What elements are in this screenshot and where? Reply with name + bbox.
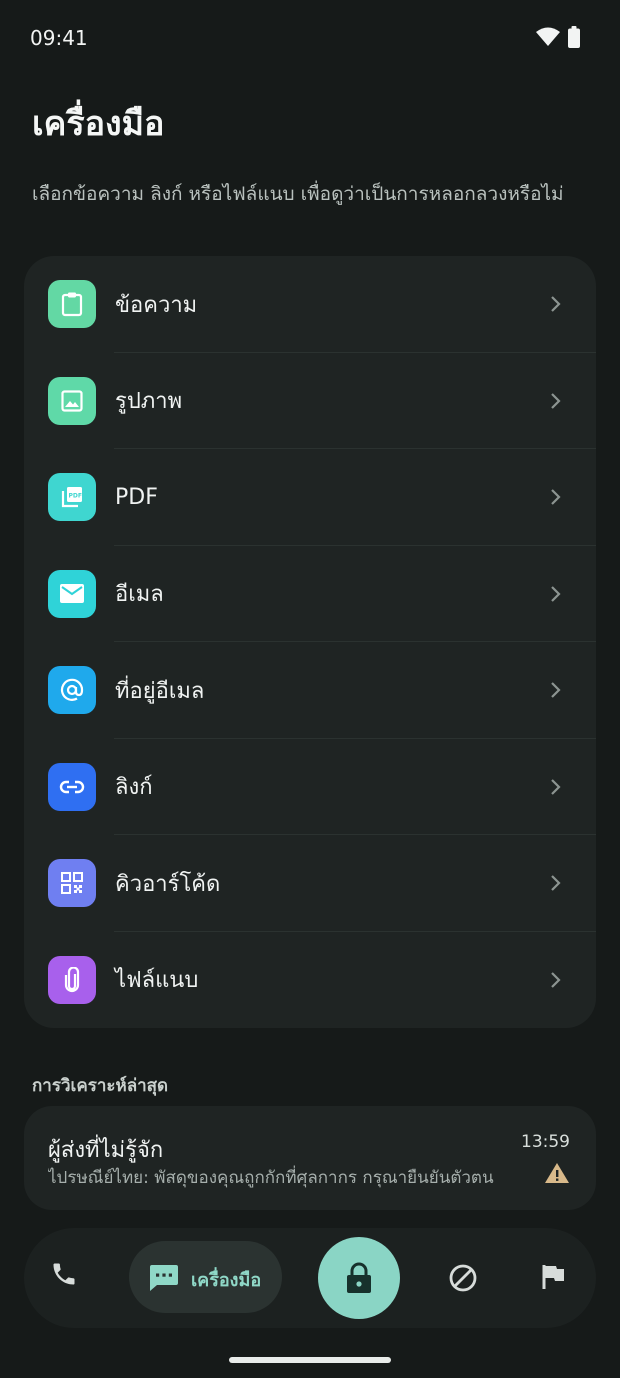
nav-tools-label: เครื่องมือ (191, 1270, 262, 1291)
tool-item-attachment[interactable]: ไฟล์แนบ (24, 932, 596, 1029)
tool-label: ไฟล์แนบ (115, 968, 199, 994)
tool-label: รูปภาพ (115, 389, 183, 415)
tool-label: PDF (115, 484, 158, 510)
status-bar: 09:41 (0, 0, 620, 76)
tool-item-email-address[interactable]: ที่อยู่อีเมล (24, 642, 596, 739)
chevron-right-icon (551, 971, 561, 988)
tool-label: ลิงก์ (115, 775, 153, 801)
phone-icon[interactable] (50, 1260, 78, 1288)
image-icon (48, 376, 96, 425)
tools-list: ข้อความ รูปภาพ PDF PDF อีเมล ที่อยู่อีเม… (24, 256, 596, 1028)
status-icons (536, 26, 580, 48)
paperclip-icon (48, 955, 96, 1004)
at-icon (48, 666, 96, 715)
recent-time: 13:59 (521, 1132, 570, 1152)
chevron-right-icon (551, 392, 561, 409)
recent-analysis-item[interactable]: ผู้ส่งที่ไม่รู้จัก ไปรษณีย์ไทย: พัสดุของ… (24, 1106, 596, 1210)
tool-label: อีเมล (115, 582, 164, 608)
link-icon (48, 762, 96, 811)
chevron-right-icon (551, 778, 561, 795)
nav-lock-button[interactable] (318, 1237, 400, 1319)
warning-icon (545, 1163, 569, 1183)
block-icon[interactable] (448, 1263, 478, 1293)
chevron-right-icon (551, 296, 561, 313)
battery-icon (568, 26, 580, 48)
chevron-right-icon (551, 875, 561, 892)
status-time: 09:41 (30, 26, 88, 50)
bottom-navigation: เครื่องมือ (24, 1228, 596, 1328)
wifi-icon (536, 27, 560, 46)
tool-label: ข้อความ (115, 292, 198, 318)
recent-section-title: การวิเคราะห์ล่าสุด (32, 1076, 169, 1096)
nav-tools-button[interactable]: เครื่องมือ (129, 1241, 282, 1313)
tool-item-image[interactable]: รูปภาพ (24, 353, 596, 449)
clipboard-icon (48, 280, 96, 329)
page-title: เครื่องมือ (32, 104, 165, 144)
tool-label: คิวอาร์โค้ด (115, 871, 221, 897)
pdf-icon: PDF (48, 473, 96, 522)
tool-item-link[interactable]: ลิงก์ (24, 739, 596, 835)
chevron-right-icon (551, 682, 561, 699)
tool-item-email[interactable]: อีเมล (24, 546, 596, 642)
lock-icon (347, 1262, 371, 1293)
recent-sender: ผู้ส่งที่ไม่รู้จัก (48, 1138, 164, 1163)
recent-preview: ไปรษณีย์ไทย: พัสดุของคุณถูกกักที่ศุลกากร… (48, 1168, 494, 1188)
tool-item-pdf[interactable]: PDF PDF (24, 449, 596, 546)
home-indicator[interactable] (229, 1357, 391, 1363)
mail-icon (48, 569, 96, 618)
tool-item-text[interactable]: ข้อความ (24, 256, 596, 353)
chevron-right-icon (551, 489, 561, 506)
flag-icon[interactable] (542, 1264, 566, 1290)
svg-text:PDF: PDF (69, 493, 82, 500)
tool-item-qr-code[interactable]: คิวอาร์โค้ด (24, 835, 596, 932)
chat-dots-icon (150, 1265, 178, 1291)
page-subtitle: เลือกข้อความ ลิงก์ หรือไฟล์แนบ เพื่อดูว่… (32, 183, 564, 205)
qr-code-icon (48, 859, 96, 908)
tool-label: ที่อยู่อีเมล (115, 678, 205, 704)
chevron-right-icon (551, 585, 561, 602)
